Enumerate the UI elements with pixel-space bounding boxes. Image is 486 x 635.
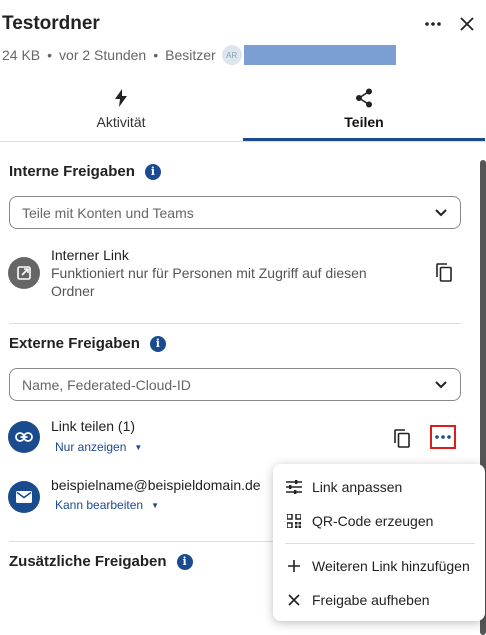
- mail-icon: [16, 491, 32, 503]
- caret-down-icon: ▼: [151, 500, 159, 510]
- menu-item-add-link[interactable]: Weiteren Link hinzufügen: [273, 552, 485, 580]
- copy-icon: [436, 262, 452, 282]
- copy-icon: [394, 428, 410, 448]
- owner-label: Besitzer: [165, 47, 216, 63]
- info-icon[interactable]: i: [144, 163, 161, 180]
- more-button[interactable]: [419, 10, 447, 38]
- internal-link-desc-2: Ordner: [51, 283, 95, 299]
- tab-share[interactable]: Teilen: [243, 84, 485, 142]
- copy-share-link-button[interactable]: [388, 424, 416, 452]
- file-size: 24 KB: [2, 47, 41, 63]
- share-link-avatar: [8, 421, 40, 453]
- link-icon: [15, 432, 33, 442]
- copy-internal-link-button[interactable]: [430, 258, 458, 286]
- share-link-permission-dropdown[interactable]: Nur anzeigen ▼: [55, 440, 142, 454]
- close-button[interactable]: [453, 10, 481, 38]
- lightning-icon: [115, 89, 127, 107]
- more-horizontal-icon: [435, 435, 451, 439]
- chevron-down-icon: [435, 209, 447, 217]
- qr-code-icon: [286, 514, 302, 528]
- menu-item-label: Link anpassen: [312, 479, 403, 495]
- share-link-context-menu: Link anpassen QR-Code erzeugen Weiteren …: [273, 464, 485, 621]
- internal-shares-heading: Interne Freigaben: [9, 163, 135, 180]
- owner-avatar[interactable]: AR: [221, 45, 242, 65]
- menu-item-label: Freigabe aufheben: [312, 592, 430, 608]
- plus-icon: [286, 559, 302, 573]
- more-horizontal-icon: [425, 22, 441, 26]
- file-meta: 24 KB • vor 2 Stunden • Besitzer AR: [2, 45, 396, 65]
- internal-link-avatar: [8, 257, 40, 289]
- share-link-permission: Nur anzeigen: [55, 440, 127, 454]
- menu-item-qr-code[interactable]: QR-Code erzeugen: [273, 507, 485, 535]
- additional-shares-heading: Zusätzliche Freigaben: [9, 553, 167, 570]
- internal-shares-section: Interne Freigaben i: [9, 163, 161, 180]
- external-shares-section: Externe Freigaben i: [9, 335, 166, 352]
- external-search-placeholder: Name, Federated-Cloud-ID: [22, 376, 191, 393]
- internal-search-placeholder: Teile mit Konten und Teams: [22, 204, 194, 221]
- meta-separator: •: [47, 47, 53, 63]
- close-icon: [460, 17, 474, 31]
- info-icon[interactable]: i: [176, 553, 193, 570]
- tab-divider: [0, 141, 486, 142]
- menu-item-label: Weiteren Link hinzufügen: [312, 558, 470, 574]
- email-share-avatar: [8, 481, 40, 513]
- tab-activity-label: Aktivität: [96, 114, 146, 130]
- open-in-new-icon: [17, 266, 31, 280]
- modified-time: vor 2 Stunden: [59, 47, 147, 63]
- info-icon[interactable]: i: [149, 335, 166, 352]
- external-search-select[interactable]: Name, Federated-Cloud-ID: [9, 368, 461, 401]
- meta-separator: •: [153, 47, 159, 63]
- share-icon: [356, 88, 372, 108]
- menu-item-customize-link[interactable]: Link anpassen: [273, 473, 485, 501]
- tab-activity[interactable]: Aktivität: [0, 84, 242, 142]
- external-shares-heading: Externe Freigaben: [9, 335, 140, 352]
- share-link-title: Link teilen (1): [51, 418, 136, 434]
- email-share-permission-dropdown[interactable]: Kann bearbeiten ▼: [55, 498, 159, 512]
- menu-item-label: QR-Code erzeugen: [312, 513, 434, 529]
- page-title: Testordner: [2, 13, 100, 34]
- owner-name-redacted: [243, 45, 396, 65]
- email-share-title: beispielname@beispieldomain.de: [51, 477, 261, 493]
- internal-search-select[interactable]: Teile mit Konten und Teams: [9, 196, 461, 229]
- tab-share-label: Teilen: [344, 114, 384, 130]
- chevron-down-icon: [435, 381, 447, 389]
- caret-down-icon: ▼: [134, 442, 143, 452]
- email-share-permission: Kann bearbeiten: [55, 498, 144, 512]
- close-icon: [286, 594, 302, 606]
- menu-divider: [285, 543, 475, 544]
- internal-link-desc-1: Funktioniert nur für Personen mit Zugrif…: [51, 265, 367, 281]
- tune-icon: [286, 480, 302, 494]
- additional-shares-section: Zusätzliche Freigaben i: [9, 553, 193, 570]
- internal-link-title: Interner Link: [51, 247, 129, 263]
- menu-item-remove-share[interactable]: Freigabe aufheben: [273, 586, 485, 614]
- section-divider: [9, 323, 461, 324]
- share-link-more-button[interactable]: [430, 425, 456, 449]
